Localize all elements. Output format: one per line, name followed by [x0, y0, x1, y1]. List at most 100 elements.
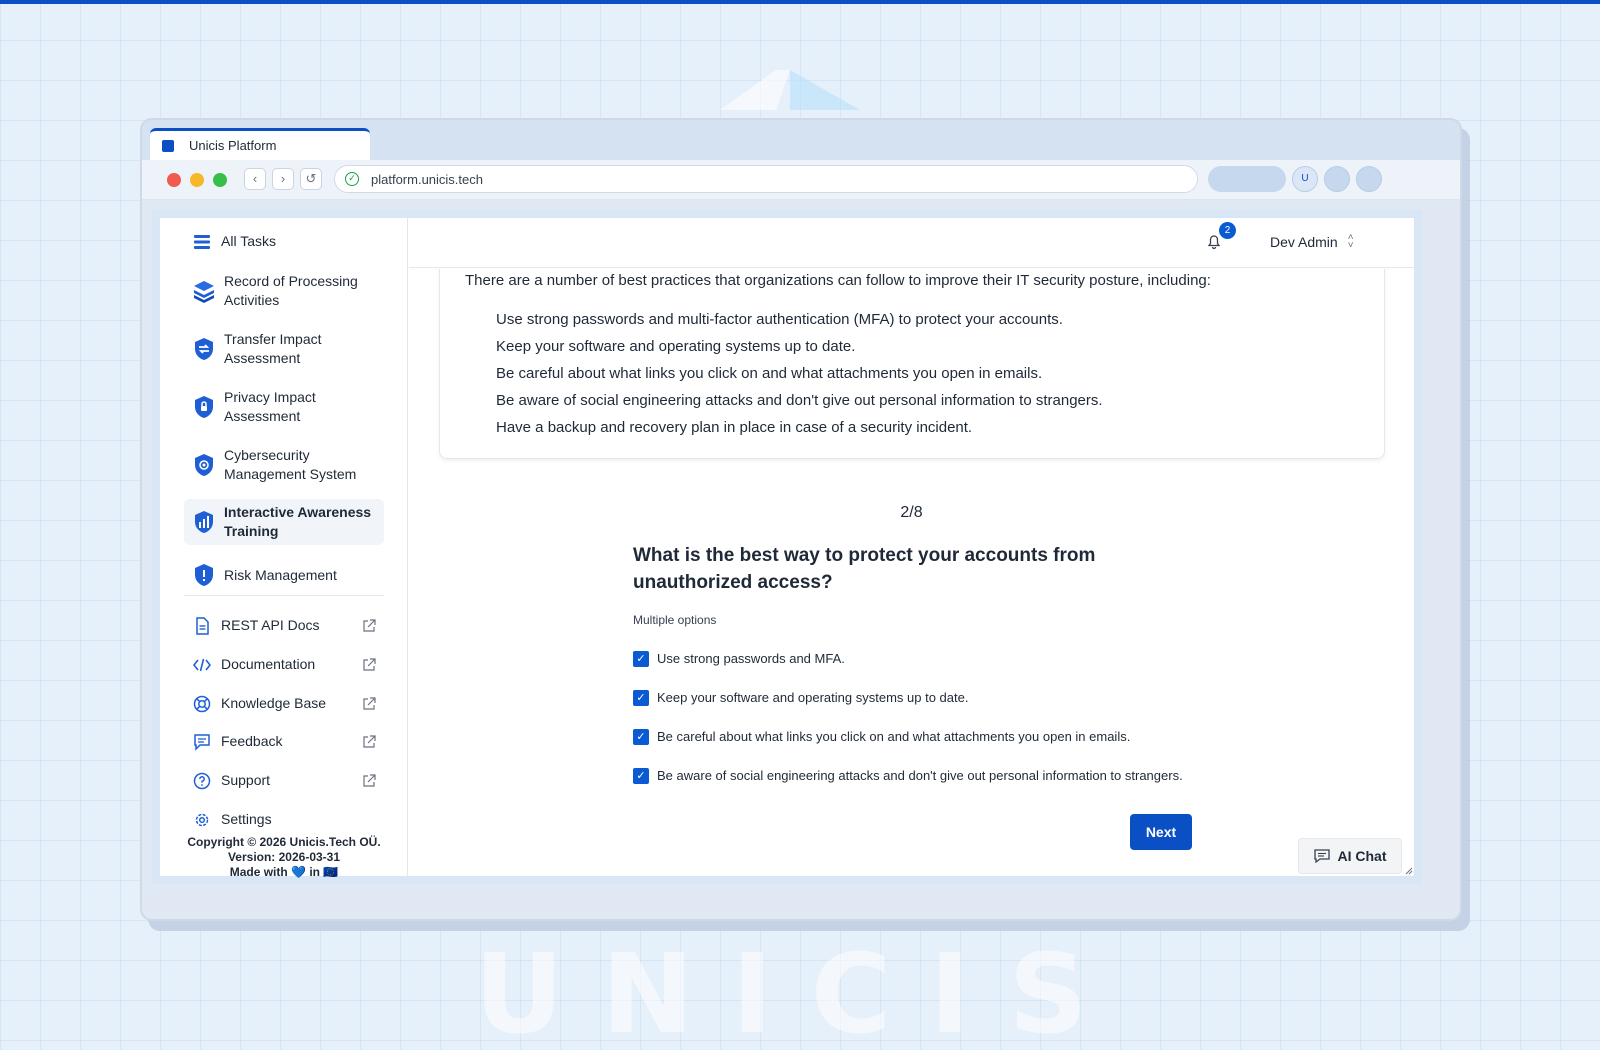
question-counter: 2/8 — [900, 504, 923, 521]
help-circle-icon — [193, 772, 211, 789]
toolbar-menu-button[interactable] — [1356, 166, 1382, 192]
footer-version: Version: 2026-03-31 — [227, 850, 341, 864]
answer-option[interactable]: ✓ Keep your software and operating syste… — [633, 689, 1213, 706]
sidebar: All Tasks Record of Processing Activitie… — [160, 218, 408, 879]
address-bar[interactable]: ✓ platform.unicis.tech — [334, 165, 1198, 193]
sidebar-link-documentation[interactable]: Documentation — [184, 651, 384, 678]
chat-bubble-icon — [194, 733, 210, 751]
favicon-icon — [162, 139, 174, 152]
user-menu[interactable]: Dev Admin ˄ ˅ — [1270, 232, 1354, 251]
toolbar-extension-button[interactable] — [1324, 166, 1350, 192]
checkbox-checked[interactable]: ✓ — [633, 690, 649, 706]
sidebar-item-risk[interactable]: Risk Management — [184, 559, 384, 591]
tab-title: Unicis Platform — [189, 138, 277, 153]
back-button[interactable]: ‹ — [244, 168, 266, 190]
sidebar-link-label: Knowledge Base — [221, 695, 327, 711]
browser-tab[interactable]: Unicis Platform — [150, 128, 370, 160]
sidebar-item-label: Interactive Awareness Training — [224, 504, 372, 539]
resize-handle-icon[interactable] — [1403, 865, 1413, 875]
sidebar-item-label: All Tasks — [221, 233, 276, 249]
lifebuoy-icon — [193, 695, 211, 712]
checkbox-checked[interactable]: ✓ — [633, 768, 649, 784]
document-icon — [196, 616, 209, 635]
next-button[interactable]: Next — [1130, 814, 1192, 850]
sidebar-divider — [184, 595, 384, 596]
practice-item: Be aware of social engineering attacks a… — [496, 392, 1103, 409]
browser-window: Unicis Platform ‹ › ↺ ✓ platform.unicis.… — [140, 118, 1462, 921]
close-window-button[interactable] — [167, 173, 181, 187]
external-link-icon — [363, 773, 376, 787]
minimize-window-button[interactable] — [190, 173, 204, 187]
answer-option-label: Use strong passwords and MFA. — [657, 651, 845, 666]
app-frame: All Tasks Record of Processing Activitie… — [152, 210, 1422, 884]
sidebar-item-label: Transfer Impact Assessment — [224, 331, 322, 366]
external-link-icon — [363, 618, 376, 632]
sidebar-item-label: Cybersecurity Management System — [224, 447, 357, 482]
sidebar-link-feedback[interactable]: Feedback — [184, 728, 384, 755]
sidebar-item-pia[interactable]: Privacy Impact Assessment — [184, 384, 384, 430]
sidebar-item-tia[interactable]: Transfer Impact Assessment — [184, 326, 384, 372]
external-link-icon — [363, 696, 376, 710]
answer-option[interactable]: ✓ Use strong passwords and MFA. — [633, 650, 1213, 667]
practice-item: Keep your software and operating systems… — [496, 338, 856, 355]
sidebar-link-support[interactable]: Support — [184, 767, 384, 794]
chat-icon — [1313, 849, 1330, 863]
cyber-shield-icon — [195, 454, 213, 476]
sidebar-item-iat[interactable]: Interactive Awareness Training — [184, 499, 384, 545]
sidebar-link-knowledge-base[interactable]: Knowledge Base — [184, 690, 384, 717]
secure-check-icon: ✓ — [345, 172, 359, 186]
transfer-shield-icon — [195, 338, 213, 360]
profile-avatar[interactable]: U — [1292, 166, 1318, 192]
checkbox-checked[interactable]: ✓ — [633, 729, 649, 745]
url-text: platform.unicis.tech — [371, 171, 483, 187]
practice-item: Have a backup and recovery plan in place… — [496, 419, 973, 436]
sidebar-item-settings[interactable]: Settings — [184, 806, 384, 833]
sidebar-item-all-tasks[interactable]: All Tasks — [184, 228, 384, 255]
footer-copyright: Copyright © 2026 Unicis.Tech OÜ. — [187, 835, 381, 849]
stack-icon — [194, 281, 214, 303]
footer-made-with: Made with 💙 in 🇪🇺 — [229, 865, 339, 879]
external-link-icon — [363, 734, 376, 748]
answer-option[interactable]: ✓ Be aware of social engineering attacks… — [633, 767, 1213, 784]
sidebar-link-rest-api-docs[interactable]: REST API Docs — [184, 612, 384, 639]
sidebar-item-label: Settings — [221, 811, 272, 827]
chevron-up-down-icon: ˄ ˅ — [1347, 232, 1354, 251]
answer-option-label: Be aware of social engineering attacks a… — [657, 768, 1183, 783]
code-icon — [193, 658, 211, 671]
sidebar-item-label: Record of Processing Activities — [224, 273, 358, 308]
risk-shield-icon — [195, 564, 213, 586]
top-accent-bar — [0, 0, 1600, 4]
ai-chat-button[interactable]: AI Chat — [1298, 838, 1402, 874]
practice-item: Use strong passwords and multi-factor au… — [496, 311, 1063, 328]
sidebar-link-label: Support — [221, 772, 271, 788]
background-watermark: UNICIS — [474, 930, 1126, 1050]
practice-item: Be careful about what links you click on… — [496, 365, 1043, 382]
sidebar-item-cms[interactable]: Cybersecurity Management System — [184, 442, 384, 488]
sidebar-link-label: Feedback — [221, 733, 283, 749]
list-icon — [194, 234, 210, 249]
answer-option[interactable]: ✓ Be careful about what links you click … — [633, 728, 1213, 745]
answer-option-label: Be careful about what links you click on… — [657, 729, 1131, 744]
sidebar-item-label: Privacy Impact Assessment — [224, 389, 316, 424]
training-icon — [195, 511, 213, 533]
tab-strip: Unicis Platform — [142, 120, 1460, 160]
maximize-window-button[interactable] — [213, 173, 227, 187]
external-link-icon — [363, 657, 376, 671]
checkbox-checked[interactable]: ✓ — [633, 651, 649, 667]
bell-icon[interactable] — [1206, 234, 1222, 250]
notification-badge: 2 — [1219, 222, 1236, 239]
main-content: There are a number of best practices tha… — [409, 269, 1414, 876]
sidebar-link-label: Documentation — [221, 656, 316, 672]
reload-button[interactable]: ↺ — [300, 168, 322, 190]
forward-button[interactable]: › — [272, 168, 294, 190]
question-hint: Multiple options — [633, 613, 717, 627]
sidebar-item-ropa[interactable]: Record of Processing Activities — [184, 268, 384, 314]
top-header: 2 Dev Admin ˄ ˅ — [409, 218, 1414, 268]
answer-option-label: Keep your software and operating systems… — [657, 690, 969, 705]
user-name: Dev Admin — [1270, 234, 1338, 250]
background-logo-icon — [720, 70, 860, 110]
intro-text: There are a number of best practices tha… — [465, 272, 1211, 289]
gear-icon — [195, 813, 209, 826]
question-title: What is the best way to protect your acc… — [633, 545, 1096, 593]
toolbar-pill-button[interactable] — [1208, 166, 1286, 192]
